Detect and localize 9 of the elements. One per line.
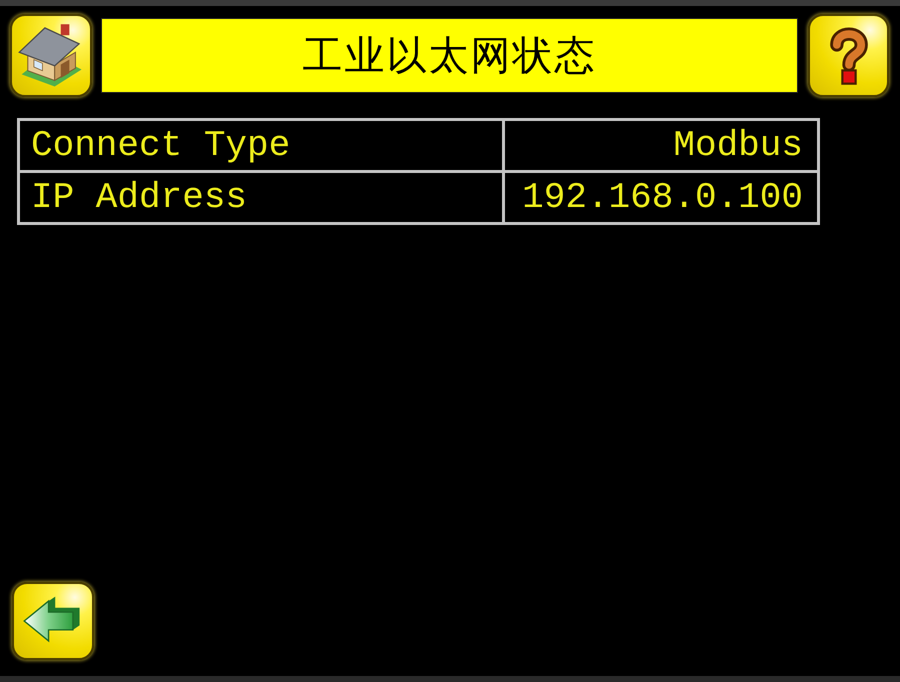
row-label: IP Address xyxy=(18,172,504,224)
house-icon xyxy=(18,22,84,88)
back-button[interactable] xyxy=(12,582,94,660)
home-button[interactable] xyxy=(10,14,92,97)
row-label: Connect Type xyxy=(18,120,504,172)
row-value: Modbus xyxy=(504,120,818,172)
help-button[interactable] xyxy=(808,14,889,97)
page-title: 工业以太网状态 xyxy=(101,18,798,93)
row-value: 192.168.0.100 xyxy=(504,172,818,224)
